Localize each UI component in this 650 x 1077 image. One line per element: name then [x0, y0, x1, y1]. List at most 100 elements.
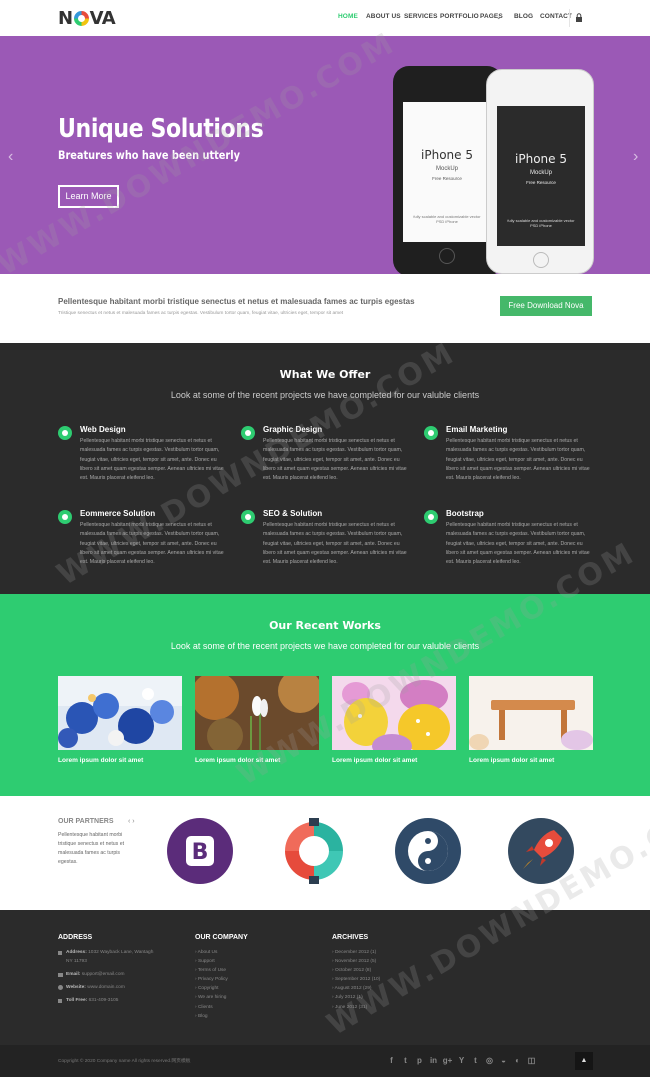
feature-title: Eommerce Solution: [80, 509, 156, 518]
bootstrap-logo[interactable]: B: [167, 818, 233, 884]
partners-carousel-arrows[interactable]: ‹ ›: [128, 818, 135, 825]
work-caption[interactable]: Lorem ipsum dolor sit amet: [195, 757, 319, 764]
map-marker-icon: [58, 951, 62, 955]
company-link[interactable]: › Privacy Policy: [195, 975, 248, 984]
callout-text: Tristique senectus et netus et malesuada…: [58, 311, 344, 316]
phone-free: Free Resource: [526, 180, 556, 185]
twitter-icon[interactable]: t: [400, 1055, 411, 1066]
feature-title: SEO & Solution: [263, 509, 323, 518]
address-label: Address:: [66, 950, 87, 955]
link-text[interactable]: August 2012 (29): [335, 986, 372, 991]
nav-blog[interactable]: BLOG: [514, 13, 533, 20]
archive-link[interactable]: › September 2012 (10): [332, 975, 380, 984]
recycle-logo[interactable]: [281, 818, 347, 884]
recent-works-section: Our Recent Works Look at some of the rec…: [0, 594, 650, 796]
archive-link[interactable]: › December 2012 (1): [332, 948, 380, 957]
work-caption[interactable]: Lorem ipsum dolor sit amet: [469, 757, 593, 764]
link-text[interactable]: Terms of Use: [198, 968, 226, 973]
phone-mockup: MockUp: [435, 166, 458, 172]
link-text[interactable]: Support: [198, 959, 215, 964]
website-value[interactable]: www.domain.com: [87, 985, 125, 990]
link-text[interactable]: December 2012 (1): [335, 950, 376, 955]
archive-link[interactable]: › June 2012 (31): [332, 1003, 380, 1012]
work-item[interactable]: Lorem ipsum dolor sit amet: [469, 676, 593, 764]
pinterest-icon[interactable]: p: [414, 1055, 425, 1066]
link-text[interactable]: October 2012 (8): [335, 968, 371, 973]
instagram-icon[interactable]: ◫: [526, 1055, 537, 1066]
back-to-top-button[interactable]: ▲: [575, 1052, 593, 1070]
link-text[interactable]: We are hiring: [198, 995, 226, 1000]
nav-portfolio[interactable]: PORTFOLIO: [440, 13, 479, 20]
company-link[interactable]: › Terms of Use: [195, 966, 248, 975]
link-text[interactable]: About Us: [198, 950, 218, 955]
google-plus-icon[interactable]: g+: [442, 1055, 453, 1066]
youtube-icon[interactable]: Y: [456, 1055, 467, 1066]
company-link[interactable]: › Clients: [195, 1003, 248, 1012]
envelope-icon: [58, 973, 63, 978]
slider-next-arrow[interactable]: ›: [633, 148, 638, 166]
link-text[interactable]: Blog: [198, 1014, 208, 1019]
work-item[interactable]: Lorem ipsum dolor sit amet: [58, 676, 182, 764]
archive-link[interactable]: › November 2012 (5): [332, 957, 380, 966]
free-download-button[interactable]: Free Download Nova: [500, 296, 592, 316]
github-icon[interactable]: ◐: [512, 1055, 523, 1066]
footer-archives: ARCHIVES › December 2012 (1) › November …: [332, 934, 380, 1012]
easter-eggs-image[interactable]: [332, 676, 456, 750]
work-item[interactable]: Lorem ipsum dolor sit amet: [195, 676, 319, 764]
linkedin-icon[interactable]: in: [428, 1055, 439, 1066]
nav-home[interactable]: HOME: [338, 13, 358, 20]
dribbble-icon[interactable]: ◎: [484, 1055, 495, 1066]
company-link[interactable]: › Support: [195, 957, 248, 966]
feature-text: Pellentesque habitant morbi tristique se…: [446, 522, 590, 566]
footer-address: ADDRESS Address: 1032 Wayback Lane, Want…: [58, 934, 153, 1005]
archive-link[interactable]: › October 2012 (8): [332, 966, 380, 975]
bootstrap-letter: B: [192, 840, 209, 865]
link-text[interactable]: Copyright: [198, 986, 219, 991]
bootstrap-icon: [424, 510, 438, 524]
nav-services[interactable]: SERVICES: [404, 13, 438, 20]
yin-yang-logo[interactable]: [395, 818, 461, 884]
link-text[interactable]: September 2012 (10): [335, 977, 380, 982]
partners-title: OUR PARTNERS: [58, 818, 114, 825]
work-caption[interactable]: Lorem ipsum dolor sit amet: [58, 757, 182, 764]
tumblr-icon[interactable]: t: [470, 1055, 481, 1066]
globe-icon: [58, 985, 63, 991]
thumbs-up-icon: [241, 426, 255, 440]
facebook-icon[interactable]: f: [386, 1055, 397, 1066]
flowers-image[interactable]: [58, 676, 182, 750]
cart-icon: [58, 510, 72, 524]
phone-value: 631-409-3105: [88, 998, 119, 1004]
company-link[interactable]: › Blog: [195, 1012, 248, 1021]
nav-divider: [569, 9, 570, 27]
hero-subtitle: Breatures who have been utterly: [58, 148, 240, 162]
work-item[interactable]: Lorem ipsum dolor sit amet: [332, 676, 456, 764]
rocket-logo[interactable]: [508, 818, 574, 884]
learn-more-button[interactable]: Learn More: [58, 185, 119, 208]
company-link[interactable]: › Copyright: [195, 984, 248, 993]
archive-link[interactable]: › July 2012 (1): [332, 993, 380, 1002]
feature-title: Bootstrap: [446, 509, 484, 518]
email-label: Email:: [66, 972, 81, 978]
link-text[interactable]: June 2012 (31): [335, 1005, 367, 1010]
wooden-stool-image[interactable]: [469, 676, 593, 750]
nav-contact[interactable]: CONTACT: [540, 13, 572, 20]
feature-title: Web Design: [80, 425, 126, 434]
company-link[interactable]: › About Us: [195, 948, 248, 957]
social-links: f t p in g+ Y t ◎ ◒ ◐ ◫: [386, 1055, 540, 1066]
snowdrop-image[interactable]: [195, 676, 319, 750]
company-link[interactable]: › We are hiring: [195, 993, 248, 1002]
link-text[interactable]: July 2012 (1): [335, 995, 363, 1000]
email-value[interactable]: support@email.com: [82, 972, 125, 977]
home-button-icon: [533, 252, 549, 268]
nav-about[interactable]: ABOUT US: [366, 13, 401, 20]
link-text[interactable]: Clients: [198, 1005, 213, 1010]
link-text[interactable]: November 2012 (5): [335, 959, 376, 964]
slider-prev-arrow[interactable]: ‹: [8, 148, 13, 166]
flickr-icon[interactable]: ◒: [498, 1055, 509, 1066]
phone-mockup: MockUp: [529, 170, 552, 176]
home-button-icon: [439, 248, 455, 264]
link-text[interactable]: Privacy Policy: [198, 977, 228, 982]
archive-link[interactable]: › August 2012 (29): [332, 984, 380, 993]
lock-icon[interactable]: [576, 13, 582, 22]
work-caption[interactable]: Lorem ipsum dolor sit amet: [332, 757, 456, 764]
